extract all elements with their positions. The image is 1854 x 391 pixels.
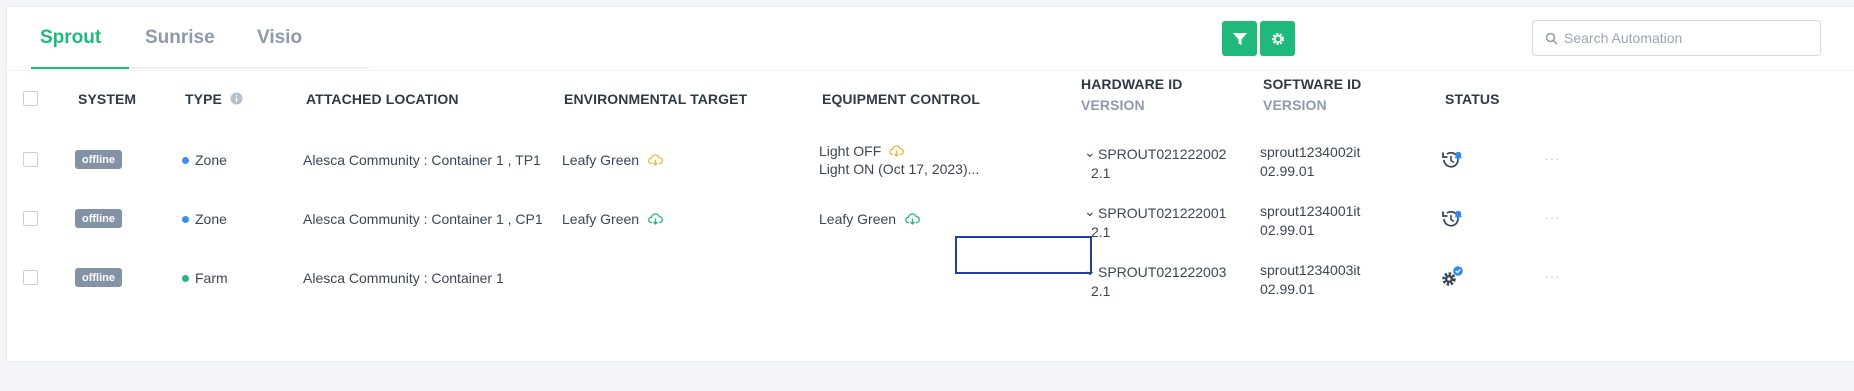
gear-check-icon[interactable] — [1439, 264, 1465, 290]
type-cell: Farm — [182, 270, 228, 286]
equipment-line-2: Light ON (Oct 17, 2023)... — [819, 161, 980, 177]
env-target-cell: Leafy Green — [562, 211, 663, 227]
header-status[interactable]: STATUS — [1445, 91, 1500, 107]
header-software[interactable]: SOFTWARE ID VERSION — [1263, 76, 1361, 113]
search-input[interactable] — [1564, 30, 1804, 46]
row-checkbox[interactable] — [23, 152, 38, 167]
cloud-download-icon[interactable] — [648, 154, 663, 166]
software-id: sprout1234001it — [1260, 203, 1361, 219]
header-equipment[interactable]: EQUIPMENT CONTROL — [822, 91, 980, 107]
more-actions-icon[interactable]: ··· — [1544, 150, 1561, 166]
row-checkbox[interactable] — [23, 270, 38, 285]
type-label: Farm — [195, 270, 228, 286]
row-checkbox[interactable] — [23, 211, 38, 226]
header-type-label: TYPE — [185, 91, 222, 107]
zone-dot — [182, 215, 189, 223]
type-label: Zone — [195, 152, 227, 168]
software-id: sprout1234003it — [1260, 262, 1361, 278]
location-cell: Alesca Community : Container 1 , CP1 — [303, 211, 543, 227]
select-all-checkbox[interactable] — [23, 91, 38, 106]
more-actions-icon[interactable]: ··· — [1544, 209, 1561, 225]
type-label: Zone — [195, 211, 227, 227]
more-actions-icon[interactable]: ··· — [1544, 268, 1561, 284]
search-icon — [1545, 32, 1558, 45]
cloud-download-icon[interactable] — [648, 213, 663, 225]
hardware-cell[interactable]: ⌄ SPROUT021222003 2.1 — [1084, 262, 1227, 301]
farm-dot — [182, 274, 189, 282]
filter-icon — [1232, 32, 1247, 45]
hardware-cell[interactable]: ⌄ SPROUT021222001 2.1 — [1084, 203, 1227, 242]
software-version: 02.99.01 — [1260, 281, 1315, 297]
chevron-down-icon[interactable]: ⌄ — [1084, 261, 1096, 280]
chevron-down-icon[interactable]: ⌄ — [1084, 143, 1096, 162]
active-tab-indicator — [31, 67, 129, 69]
tab-sunrise[interactable]: Sunrise — [145, 27, 215, 49]
software-id: sprout1234002it — [1260, 144, 1361, 160]
hardware-id: SPROUT021222003 — [1098, 264, 1227, 280]
status-badge: offline — [75, 268, 122, 287]
header-hardware[interactable]: HARDWARE ID VERSION — [1081, 76, 1182, 113]
type-cell: Zone — [182, 211, 227, 227]
header-hardware-label: HARDWARE ID — [1081, 76, 1183, 92]
history-bell-icon[interactable] — [1439, 205, 1465, 231]
location-cell: Alesca Community : Container 1 , TP1 — [303, 152, 541, 168]
header-hardware-version: VERSION — [1081, 97, 1145, 113]
env-target-label: Leafy Green — [562, 152, 640, 168]
search-box[interactable] — [1532, 20, 1821, 56]
hardware-version: 2.1 — [1091, 165, 1111, 181]
zone-dot — [182, 156, 189, 164]
header-system[interactable]: SYSTEM — [78, 91, 136, 107]
toolbar: Sprout Sunrise Visio — [7, 7, 1854, 71]
hardware-version: 2.1 — [1091, 224, 1111, 240]
equipment-line-1: Leafy Green — [819, 211, 920, 227]
hardware-id: SPROUT021222002 — [1098, 146, 1227, 162]
env-target-cell: Leafy Green — [562, 152, 663, 168]
header-software-label: SOFTWARE ID — [1263, 76, 1362, 92]
status-badge: offline — [75, 150, 122, 169]
header-software-version: VERSION — [1263, 97, 1327, 113]
equipment-label: Light OFF — [819, 143, 882, 159]
equipment-control-highlight[interactable] — [955, 236, 1092, 274]
info-icon[interactable] — [230, 92, 243, 105]
header-location[interactable]: ATTACHED LOCATION — [306, 91, 459, 107]
equipment-line-1: Light OFF — [819, 143, 905, 159]
software-cell: sprout1234002it 02.99.01 — [1260, 143, 1360, 181]
hardware-id: SPROUT021222001 — [1098, 205, 1227, 221]
software-cell: sprout1234001it 02.99.01 — [1260, 202, 1360, 240]
tab-visio[interactable]: Visio — [257, 27, 302, 49]
header-env-target[interactable]: ENVIRONMENTAL TARGET — [564, 91, 747, 107]
software-cell: sprout1234003it 02.99.01 — [1260, 261, 1360, 299]
tab-sprout[interactable]: Sprout — [40, 27, 101, 49]
hardware-cell[interactable]: ⌄ SPROUT021222002 2.1 — [1084, 144, 1227, 183]
tab-underline — [31, 67, 369, 69]
equipment-label: Leafy Green — [819, 211, 897, 227]
software-version: 02.99.01 — [1260, 222, 1315, 238]
history-bell-icon[interactable] — [1439, 146, 1465, 172]
status-badge: offline — [75, 209, 122, 228]
hardware-version: 2.1 — [1091, 283, 1111, 299]
cloud-download-icon[interactable] — [905, 213, 920, 225]
cloud-download-icon[interactable] — [889, 145, 905, 157]
software-version: 02.99.01 — [1260, 163, 1315, 179]
automation-panel: Sprout Sunrise Visio — [6, 6, 1854, 362]
chevron-down-icon[interactable]: ⌄ — [1084, 202, 1096, 221]
type-cell: Zone — [182, 152, 227, 168]
env-target-label: Leafy Green — [562, 211, 640, 227]
header-type[interactable]: TYPE — [185, 91, 243, 107]
settings-button[interactable] — [1260, 21, 1295, 56]
filter-button[interactable] — [1222, 21, 1257, 56]
gear-icon — [1271, 32, 1284, 45]
location-cell: Alesca Community : Container 1 — [303, 270, 504, 286]
